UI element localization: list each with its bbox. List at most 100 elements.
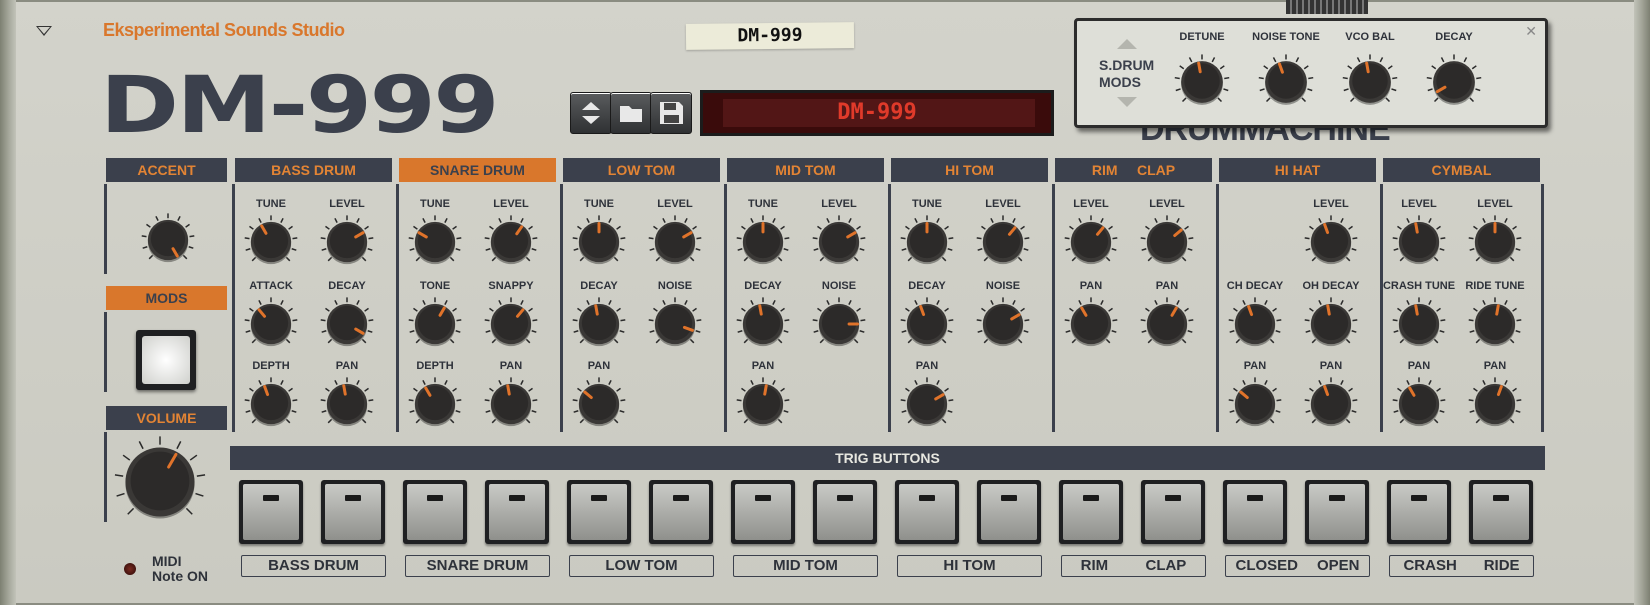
mt-tune-knob[interactable] [735,214,791,275]
section-divider [1541,184,1544,432]
ht-noise-knob[interactable] [975,296,1031,357]
cy-ride-tune-label: RIDE TUNE [1465,280,1525,292]
mt-level-label: LEVEL [821,198,857,210]
ht-tune-knob[interactable] [899,214,955,275]
lt-noise-knob[interactable] [647,296,703,357]
bd-pan-knob[interactable] [319,376,375,437]
sd-pan-knob[interactable] [483,376,539,437]
trig-button-13[interactable] [1223,480,1287,544]
bd-level-knob[interactable] [319,214,375,275]
mods-vco-bal-knob[interactable] [1341,53,1399,116]
trig-button-5[interactable] [567,480,631,544]
browse-patch-button[interactable] [610,92,652,134]
sd-snappy-knob[interactable] [483,296,539,357]
patch-name-tape[interactable]: DM-999 [685,22,855,50]
ht-pan-knob[interactable] [899,376,955,437]
rc-pan-knob[interactable] [1139,296,1195,357]
divider [104,312,107,392]
mt-pan-knob[interactable] [735,376,791,437]
bd-attack-knob[interactable] [243,296,299,357]
trig-group-label: CLOSED OPEN [1225,555,1370,577]
volume-header: VOLUME [106,406,227,430]
ht-level-knob[interactable] [975,214,1031,275]
cy-ride-tune-knob[interactable] [1467,296,1523,357]
trig-button-7[interactable] [731,480,795,544]
cy-level-label: LEVEL [1401,198,1437,210]
mt-level-knob[interactable] [811,214,867,275]
trig-group-label: HI TOM [897,555,1042,577]
hh-pan-knob[interactable] [1227,376,1283,437]
hh-level-knob[interactable] [1303,214,1359,275]
midi-indicator-led [124,563,136,575]
trig-group-label: LOW TOM [569,555,714,577]
sdrum-mods-panel: S.DRUM MODS ✕ DETUNE NOISE TONE VCO BAL … [1074,18,1548,128]
cy-crash-tune-label: CRASH TUNE [1382,280,1456,292]
accent-knob[interactable] [140,212,196,273]
trig-button-16[interactable] [1469,480,1533,544]
trig-button-11[interactable] [1059,480,1123,544]
lt-decay-knob[interactable] [571,296,627,357]
device-menu-icon[interactable] [36,26,52,36]
trig-button-14[interactable] [1305,480,1369,544]
trig-button-4[interactable] [485,480,549,544]
trig-button-8[interactable] [813,480,877,544]
lt-level-knob[interactable] [647,214,703,275]
close-icon[interactable]: ✕ [1525,23,1537,40]
trig-button-10[interactable] [977,480,1041,544]
hh-pan-knob[interactable] [1303,376,1359,437]
midi-note-on-label: MIDI Note ON [152,553,208,584]
ht-tune-label: TUNE [912,198,942,210]
bd-depth-knob[interactable] [243,376,299,437]
trig-button-3[interactable] [403,480,467,544]
mods-detune-knob[interactable] [1173,53,1231,116]
rc-pan-label: PAN [1079,280,1103,292]
bd-tune-knob[interactable] [243,214,299,275]
section-header-3: MID TOM [727,158,884,182]
rc-level-knob[interactable] [1063,214,1119,275]
section-divider [1052,184,1055,432]
trig-button-9[interactable] [895,480,959,544]
section-divider [232,184,235,432]
mods-up-arrow-icon[interactable] [1117,39,1137,49]
sd-level-knob[interactable] [483,214,539,275]
hh-oh-decay-knob[interactable] [1303,296,1359,357]
cy-pan-knob[interactable] [1391,376,1447,437]
patch-prev-next-button[interactable] [570,92,612,134]
trig-button-15[interactable] [1387,480,1451,544]
mt-noise-knob[interactable] [811,296,867,357]
mods-down-arrow-icon[interactable] [1117,97,1137,107]
volume-knob[interactable] [112,434,208,535]
cy-crash-tune-knob[interactable] [1391,296,1447,357]
sd-depth-knob[interactable] [407,376,463,437]
trig-button-1[interactable] [239,480,303,544]
divider [104,432,107,522]
mods-title: S.DRUM MODS [1099,57,1155,90]
sd-tune-knob[interactable] [407,214,463,275]
section-divider [560,184,563,432]
folder-icon [620,106,642,122]
trig-button-12[interactable] [1141,480,1205,544]
sd-tone-knob[interactable] [407,296,463,357]
cy-level-knob[interactable] [1391,214,1447,275]
trig-button-2[interactable] [321,480,385,544]
bd-decay-knob[interactable] [319,296,375,357]
lt-tune-knob[interactable] [571,214,627,275]
mods-noise-tone-knob[interactable] [1257,53,1315,116]
lt-pan-knob[interactable] [571,376,627,437]
maker-name: Eksperimental Sounds Studio [103,20,345,40]
cy-level-label: LEVEL [1477,198,1513,210]
mods-decay-knob[interactable] [1425,53,1483,116]
rc-level-knob[interactable] [1139,214,1195,275]
trig-button-6[interactable] [649,480,713,544]
save-patch-button[interactable] [650,92,692,134]
trig-buttons-header: TRIG BUTTONS [230,446,1545,470]
cy-pan-knob[interactable] [1467,376,1523,437]
ht-decay-knob[interactable] [899,296,955,357]
mods-toggle-button[interactable] [136,330,196,390]
hh-ch-decay-knob[interactable] [1227,296,1283,357]
rc-pan-knob[interactable] [1063,296,1119,357]
mt-decay-knob[interactable] [735,296,791,357]
trig-pair-label: RIM [1080,557,1109,574]
hh-pan-label: PAN [1243,360,1267,372]
cy-level-knob[interactable] [1467,214,1523,275]
